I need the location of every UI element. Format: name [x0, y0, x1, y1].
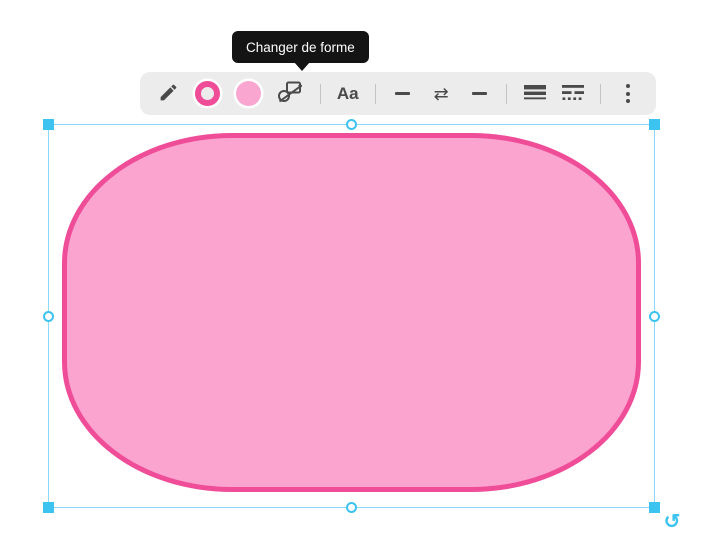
line-weight-button[interactable]: [524, 78, 546, 110]
fill-color-button[interactable]: [236, 78, 261, 110]
resize-handle-e[interactable]: [649, 311, 660, 322]
kebab-menu-icon: [626, 84, 630, 103]
tooltip-text: Changer de forme: [246, 40, 355, 55]
resize-handle-ne[interactable]: [649, 119, 660, 130]
resize-handle-s[interactable]: [346, 502, 357, 513]
line-end-dash-icon: [472, 92, 487, 95]
text-format-label: Aa: [337, 85, 359, 102]
line-style-button[interactable]: [562, 78, 584, 110]
resize-handle-sw[interactable]: [43, 502, 54, 513]
stroke-color-button[interactable]: [195, 78, 220, 110]
line-start-style-button[interactable]: [392, 78, 414, 110]
toolbar-separator: [600, 84, 601, 104]
resize-handle-se[interactable]: [649, 502, 660, 513]
more-options-button[interactable]: [617, 78, 639, 110]
line-style-icon: [562, 83, 584, 104]
line-end-style-button[interactable]: [468, 78, 490, 110]
line-start-dash-icon: [395, 92, 410, 95]
arrows-direction-button[interactable]: ⇄: [430, 78, 452, 110]
line-weight-icon: [524, 83, 546, 104]
resize-handle-w[interactable]: [43, 311, 54, 322]
rotate-handle-icon[interactable]: ↺: [661, 511, 683, 533]
tooltip-caret: [294, 62, 310, 71]
toolbar-separator: [320, 84, 321, 104]
resize-handle-n[interactable]: [346, 119, 357, 130]
selected-rounded-rectangle-shape[interactable]: [62, 133, 641, 492]
resize-handle-nw[interactable]: [43, 119, 54, 130]
edit-style-button[interactable]: [157, 78, 179, 110]
pencil-icon: [158, 82, 179, 106]
change-shape-button[interactable]: [277, 78, 303, 110]
fill-color-swatch: [236, 81, 261, 106]
text-format-button[interactable]: Aa: [337, 78, 359, 110]
toolbar-separator: [506, 84, 507, 104]
drawing-canvas[interactable]: Changer de forme: [0, 0, 713, 553]
swap-arrows-icon: ⇄: [434, 85, 449, 103]
toolbar-separator: [375, 84, 376, 104]
shape-change-icon: [277, 80, 303, 107]
tooltip-change-shape: Changer de forme: [232, 31, 369, 63]
shape-format-toolbar: Aa ⇄: [140, 72, 656, 115]
stroke-color-swatch: [195, 81, 220, 106]
